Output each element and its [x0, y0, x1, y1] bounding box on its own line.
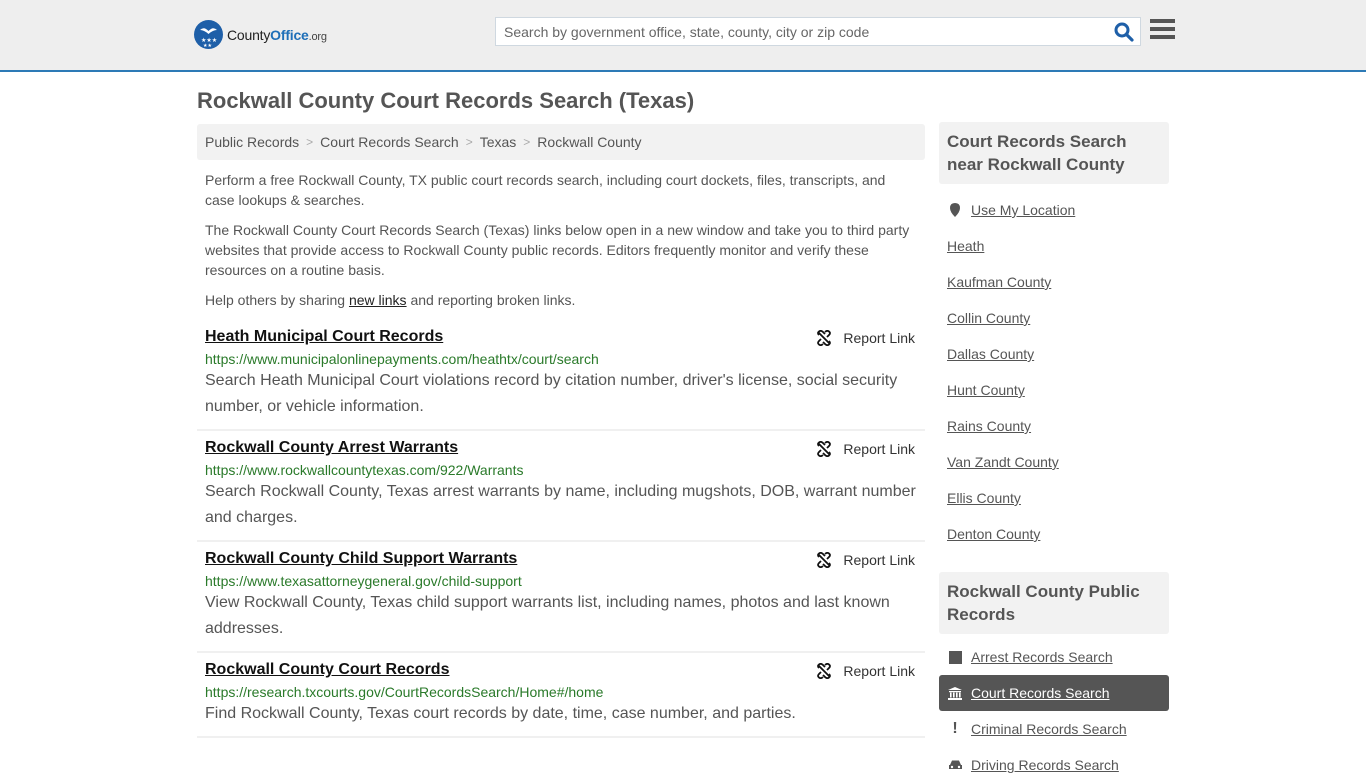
site-header: ★★★ ★★ CountyOffice.org	[0, 0, 1366, 72]
nearby-list: Use My Location Heath Kaufman County Col…	[939, 192, 1169, 552]
public-records-item-court[interactable]: Court Records Search	[939, 675, 1169, 711]
nearby-link[interactable]: Denton County	[947, 526, 1040, 542]
broken-link-icon	[817, 441, 832, 457]
listing-title-link[interactable]: Rockwall County Court Records	[205, 661, 449, 679]
exclamation-icon: !	[952, 720, 958, 737]
listing-url: https://www.texasattorneygeneral.gov/chi…	[205, 573, 522, 589]
breadcrumb-court-records-search[interactable]: Court Records Search	[320, 134, 459, 150]
nearby-item-van-zandt[interactable]: Van Zandt County	[939, 444, 1169, 480]
breadcrumb-separator: >	[306, 135, 314, 149]
public-records-list: Arrest Records Search Court Records Sear…	[939, 639, 1169, 783]
listing-url: https://www.rockwallcountytexas.com/922/…	[205, 462, 524, 478]
report-link-button[interactable]: Report Link	[816, 441, 915, 457]
breadcrumb-rockwall-county: Rockwall County	[537, 134, 642, 150]
new-links-link[interactable]: new links	[349, 292, 407, 308]
listing-title-link[interactable]: Heath Municipal Court Records	[205, 328, 443, 346]
public-records-item-criminal[interactable]: ! Criminal Records Search	[939, 711, 1169, 747]
nearby-item-collin[interactable]: Collin County	[939, 300, 1169, 336]
nearby-item-dallas[interactable]: Dallas County	[939, 336, 1169, 372]
nearby-link[interactable]: Hunt County	[947, 382, 1025, 398]
listing-description: View Rockwall County, Texas child suppor…	[205, 594, 890, 637]
public-records-link[interactable]: Court Records Search	[971, 685, 1110, 701]
site-logo[interactable]: ★★★ ★★ CountyOffice.org	[194, 20, 327, 49]
report-link-button[interactable]: Report Link	[816, 330, 915, 346]
search-button[interactable]	[1114, 22, 1134, 42]
intro-paragraph-3: Help others by sharing new links and rep…	[205, 292, 576, 308]
nearby-link[interactable]: Dallas County	[947, 346, 1034, 362]
public-records-link[interactable]: Arrest Records Search	[971, 649, 1113, 665]
nearby-item-kaufman[interactable]: Kaufman County	[939, 264, 1169, 300]
public-records-heading: Rockwall County Public Records	[939, 572, 1169, 634]
main-content: Public Records > Court Records Search > …	[197, 124, 925, 738]
use-my-location-link[interactable]: Use My Location	[971, 202, 1075, 218]
search-icon	[1114, 22, 1134, 42]
nearby-link[interactable]: Heath	[947, 238, 984, 254]
listing-item: Heath Municipal Court Records Report Lin…	[197, 320, 925, 431]
nearby-link[interactable]: Van Zandt County	[947, 454, 1059, 470]
breadcrumb-separator: >	[465, 135, 473, 149]
courthouse-icon	[947, 686, 963, 700]
nearby-item-heath[interactable]: Heath	[939, 228, 1169, 264]
nearby-item-rains[interactable]: Rains County	[939, 408, 1169, 444]
page-title: Rockwall County Court Records Search (Te…	[197, 88, 695, 113]
breadcrumb-separator: >	[523, 135, 531, 149]
nearby-heading: Court Records Search near Rockwall Count…	[939, 122, 1169, 184]
listing-url: https://www.municipalonlinepayments.com/…	[205, 351, 599, 367]
report-link-button[interactable]: Report Link	[816, 663, 915, 679]
public-records-link[interactable]: Criminal Records Search	[971, 721, 1127, 737]
search-box	[495, 17, 1141, 46]
sidebar: Court Records Search near Rockwall Count…	[939, 122, 1169, 783]
breadcrumb-public-records[interactable]: Public Records	[205, 134, 299, 150]
logo-text: CountyOffice.org	[227, 26, 327, 43]
report-link-button[interactable]: Report Link	[816, 552, 915, 568]
nearby-item-hunt[interactable]: Hunt County	[939, 372, 1169, 408]
logo-eagle-icon: ★★★ ★★	[194, 20, 223, 49]
car-icon	[947, 759, 963, 771]
broken-link-icon	[817, 663, 832, 679]
intro-paragraph-1: Perform a free Rockwall County, TX publi…	[205, 172, 886, 208]
public-records-item-driving[interactable]: Driving Records Search	[939, 747, 1169, 783]
breadcrumb-texas[interactable]: Texas	[480, 134, 517, 150]
nearby-item-ellis[interactable]: Ellis County	[939, 480, 1169, 516]
square-icon	[947, 650, 963, 664]
nearby-link[interactable]: Collin County	[947, 310, 1030, 326]
intro-paragraph-2: The Rockwall County Court Records Search…	[205, 222, 910, 278]
location-pin-icon	[947, 203, 963, 217]
listing-description: Find Rockwall County, Texas court record…	[205, 705, 796, 722]
intro-text: Perform a free Rockwall County, TX publi…	[197, 170, 925, 310]
nearby-link[interactable]: Ellis County	[947, 490, 1021, 506]
nearby-item-denton[interactable]: Denton County	[939, 516, 1169, 552]
breadcrumb: Public Records > Court Records Search > …	[197, 124, 925, 160]
broken-link-icon	[817, 552, 832, 568]
listing-item: Rockwall County Arrest Warrants Report L…	[197, 431, 925, 542]
svg-text:★★: ★★	[203, 43, 212, 49]
listing-title-link[interactable]: Rockwall County Child Support Warrants	[205, 550, 517, 568]
hamburger-menu-icon[interactable]	[1150, 19, 1175, 41]
public-records-link[interactable]: Driving Records Search	[971, 757, 1119, 773]
search-input[interactable]	[496, 18, 1096, 45]
nearby-link[interactable]: Rains County	[947, 418, 1031, 434]
listing-title-link[interactable]: Rockwall County Arrest Warrants	[205, 439, 458, 457]
nearby-link[interactable]: Kaufman County	[947, 274, 1051, 290]
listing-description: Search Heath Municipal Court violations …	[205, 372, 898, 415]
listing-url: https://research.txcourts.gov/CourtRecor…	[205, 684, 604, 700]
listing-item: Rockwall County Court Records Report Lin…	[197, 653, 925, 738]
broken-link-icon	[817, 330, 832, 346]
public-records-item-arrest[interactable]: Arrest Records Search	[939, 639, 1169, 675]
listing-item: Rockwall County Child Support Warrants R…	[197, 542, 925, 653]
listing-description: Search Rockwall County, Texas arrest war…	[205, 483, 916, 526]
use-my-location-item[interactable]: Use My Location	[939, 192, 1169, 228]
